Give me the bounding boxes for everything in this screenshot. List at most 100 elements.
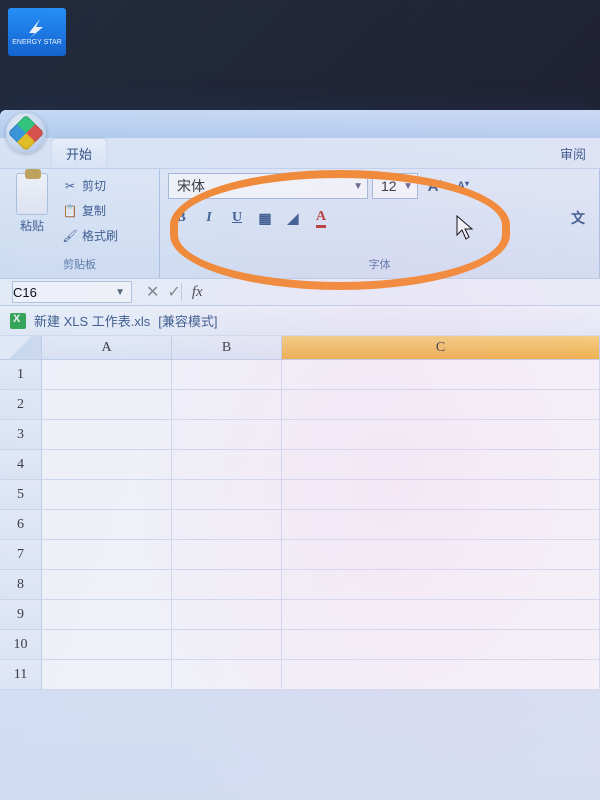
shrink-font-button[interactable]: A▾ bbox=[450, 173, 476, 199]
row-header[interactable]: 7 bbox=[0, 540, 42, 570]
grid-row: 4 bbox=[0, 450, 600, 480]
fill-color-button[interactable]: ◢ bbox=[280, 205, 306, 231]
cell[interactable] bbox=[282, 600, 600, 630]
grow-font-button[interactable]: A▴ bbox=[422, 173, 448, 199]
row-header[interactable]: 2 bbox=[0, 390, 42, 420]
cell[interactable] bbox=[42, 510, 172, 540]
cell[interactable] bbox=[42, 630, 172, 660]
copy-button[interactable]: 📋 复制 bbox=[60, 200, 120, 221]
cell[interactable] bbox=[42, 360, 172, 390]
column-header-b[interactable]: B bbox=[172, 336, 282, 359]
cell[interactable] bbox=[172, 450, 282, 480]
cell[interactable] bbox=[42, 540, 172, 570]
grid-row: 6 bbox=[0, 510, 600, 540]
row-header[interactable]: 9 bbox=[0, 600, 42, 630]
row-header[interactable]: 4 bbox=[0, 450, 42, 480]
row-header[interactable]: 8 bbox=[0, 570, 42, 600]
grid-row: 1 bbox=[0, 360, 600, 390]
excel-file-icon bbox=[10, 313, 26, 329]
cell[interactable] bbox=[42, 450, 172, 480]
tab-review[interactable]: 审阅 bbox=[546, 139, 600, 168]
tab-hidden-1[interactable] bbox=[108, 143, 140, 168]
bold-button[interactable]: B bbox=[168, 205, 194, 231]
cell[interactable] bbox=[42, 570, 172, 600]
tab-hidden-3[interactable] bbox=[175, 143, 207, 168]
office-logo-icon bbox=[8, 115, 45, 152]
name-box[interactable]: C16 ▼ bbox=[12, 281, 132, 303]
cell[interactable] bbox=[42, 390, 172, 420]
grid-row: 7 bbox=[0, 540, 600, 570]
chevron-down-icon: ▼ bbox=[353, 181, 363, 192]
grid-row: 8 bbox=[0, 570, 600, 600]
cell[interactable] bbox=[282, 630, 600, 660]
chevron-down-icon: ▼ bbox=[115, 287, 131, 298]
cell[interactable] bbox=[172, 480, 282, 510]
font-color-button[interactable]: A bbox=[308, 205, 334, 231]
cell[interactable] bbox=[172, 660, 282, 690]
italic-button[interactable]: I bbox=[196, 205, 222, 231]
cell[interactable] bbox=[282, 420, 600, 450]
format-painter-button[interactable]: 🖌 格式刷 bbox=[60, 225, 120, 246]
cell[interactable] bbox=[172, 420, 282, 450]
office-button[interactable] bbox=[6, 113, 46, 153]
font-group: 宋体 ▼ 12 ▼ A▴ A▾ bbox=[160, 169, 600, 278]
grid-row: 9 bbox=[0, 600, 600, 630]
energy-star-badge: ENERGY STAR bbox=[8, 8, 66, 56]
cell[interactable] bbox=[282, 660, 600, 690]
phonetic-button[interactable]: 文 bbox=[565, 205, 591, 231]
cell[interactable] bbox=[42, 660, 172, 690]
cell[interactable] bbox=[282, 450, 600, 480]
document-header: 新建 XLS 工作表.xls [兼容模式] bbox=[0, 306, 600, 336]
border-button[interactable]: ▦ bbox=[252, 205, 278, 231]
clipboard-group-label: 剪贴板 bbox=[8, 254, 151, 276]
cell[interactable] bbox=[282, 480, 600, 510]
grid-row: 11 bbox=[0, 660, 600, 690]
brush-icon: 🖌 bbox=[62, 228, 78, 244]
row-header[interactable]: 11 bbox=[0, 660, 42, 690]
cell[interactable] bbox=[172, 510, 282, 540]
cell[interactable] bbox=[282, 360, 600, 390]
accept-formula-icon[interactable]: ✓ bbox=[167, 282, 180, 302]
row-header[interactable]: 10 bbox=[0, 630, 42, 660]
formula-bar: C16 ▼ ✕ ✓ fx bbox=[0, 278, 600, 306]
bucket-icon: ◢ bbox=[288, 210, 299, 227]
tab-hidden-2[interactable] bbox=[142, 143, 174, 168]
cell[interactable] bbox=[172, 390, 282, 420]
font-size-select[interactable]: 12 ▼ bbox=[372, 173, 418, 199]
tab-home[interactable]: 开始 bbox=[52, 139, 106, 168]
cancel-formula-icon[interactable]: ✕ bbox=[146, 282, 159, 302]
cell[interactable] bbox=[172, 360, 282, 390]
cell[interactable] bbox=[282, 510, 600, 540]
clipboard-icon bbox=[16, 173, 48, 215]
cell[interactable] bbox=[282, 570, 600, 600]
grid-row: 2 bbox=[0, 390, 600, 420]
document-mode: [兼容模式] bbox=[158, 311, 217, 330]
select-all-corner[interactable] bbox=[0, 336, 42, 359]
column-header-c[interactable]: C bbox=[282, 336, 600, 359]
cell[interactable] bbox=[42, 480, 172, 510]
grid-row: 3 bbox=[0, 420, 600, 450]
cell[interactable] bbox=[282, 390, 600, 420]
underline-button[interactable]: U bbox=[224, 205, 250, 231]
row-header[interactable]: 6 bbox=[0, 510, 42, 540]
column-header-a[interactable]: A bbox=[42, 336, 172, 359]
cell[interactable] bbox=[172, 630, 282, 660]
border-icon: ▦ bbox=[258, 210, 271, 227]
cell[interactable] bbox=[282, 540, 600, 570]
cell[interactable] bbox=[42, 420, 172, 450]
cell[interactable] bbox=[172, 570, 282, 600]
row-header[interactable]: 3 bbox=[0, 420, 42, 450]
font-family-select[interactable]: 宋体 ▼ bbox=[168, 173, 368, 199]
cell[interactable] bbox=[42, 600, 172, 630]
paste-button[interactable]: 粘贴 bbox=[8, 173, 56, 249]
excel-window: 开始 审阅 粘贴 ✂ 剪切 📋 复制 bbox=[0, 110, 600, 800]
grid-row: 5 bbox=[0, 480, 600, 510]
cell[interactable] bbox=[172, 600, 282, 630]
row-header[interactable]: 1 bbox=[0, 360, 42, 390]
cut-button[interactable]: ✂ 剪切 bbox=[60, 175, 120, 196]
cell[interactable] bbox=[172, 540, 282, 570]
row-header[interactable]: 5 bbox=[0, 480, 42, 510]
document-filename: 新建 XLS 工作表.xls bbox=[34, 311, 150, 330]
copy-icon: 📋 bbox=[62, 203, 78, 219]
fx-button[interactable]: fx bbox=[192, 284, 203, 301]
